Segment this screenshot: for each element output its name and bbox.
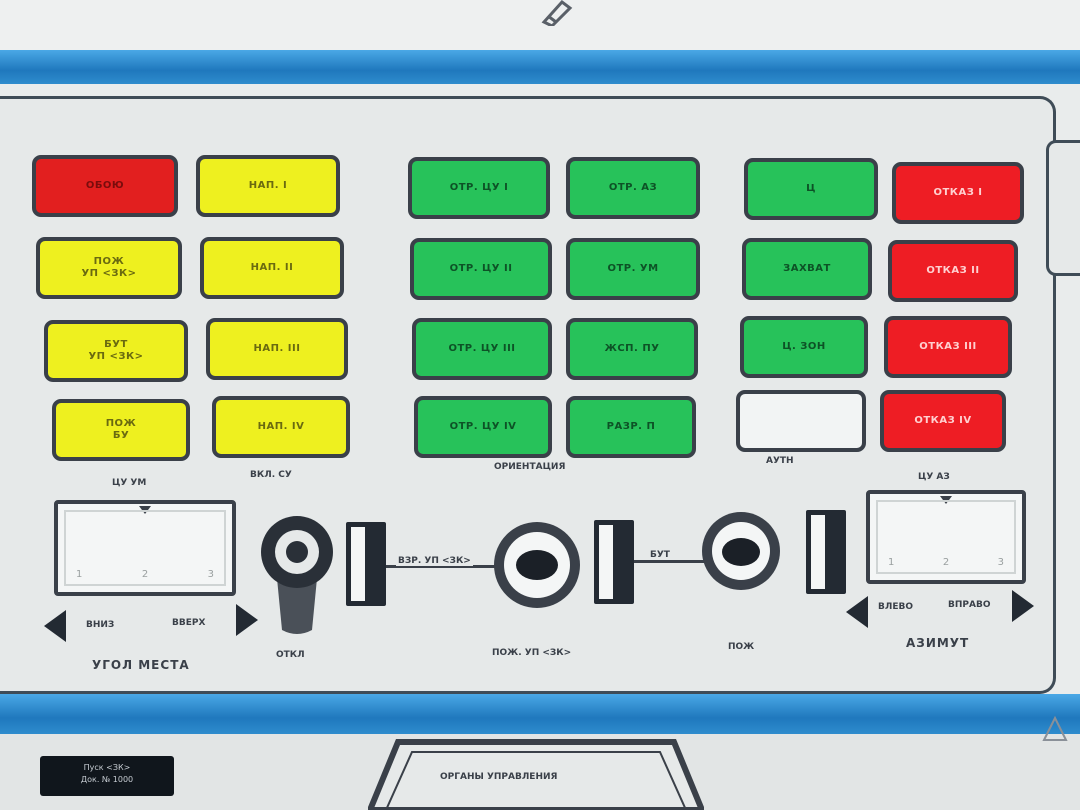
group-label-cu-az: ЦУ АЗ [918,472,950,482]
lamp-col6-1[interactable]: ОТКАЗ I [892,162,1024,224]
lamp-col6-4[interactable]: ОТКАЗ IV [880,390,1006,452]
elevation-scale: 1 2 3 [76,569,214,580]
indicator-slot-2 [594,520,634,604]
bottom-center-title: ОРГАНЫ УПРАВЛЕНИЯ [440,772,558,782]
elevation-down-arrow-icon[interactable] [44,610,66,642]
lamp-col6-3[interactable]: ОТКАЗ III [884,316,1012,378]
fire-button-2[interactable] [702,512,780,590]
top-area [0,0,1080,52]
expand-icon[interactable] [1040,714,1070,744]
pen-icon[interactable] [540,0,574,26]
group-label-cu-um: ЦУ УМ [112,478,147,488]
lamp-col5-1[interactable]: Ц [744,158,878,220]
elevation-down-label: ВНИЗ [86,620,115,630]
lamp-col3-1[interactable]: ОТР. ЦУ I [408,157,550,219]
indicator-slot-1 [346,522,386,606]
bottom-dark-plate: Пуск <ЗК> Док. № 1000 [40,756,174,796]
lamp-col2-3[interactable]: НАП. III [206,318,348,380]
toggle-switch[interactable] [258,508,336,638]
group-label-orientation: ОРИЕНТАЦИЯ [494,462,566,472]
group-label-autn: АУТН [766,456,794,466]
lamp-col1-3[interactable]: БУТ УП <ЗК> [44,320,188,382]
lamp-col5-4[interactable] [736,390,866,452]
connector-line-2 [634,560,704,563]
azimuth-left-arrow-icon[interactable] [846,596,868,628]
fire-button-2-label: ПОЖ [728,642,755,652]
connector-label-1: ВЗР. УП <ЗК> [396,556,473,566]
lamp-col1-2[interactable]: ПОЖ УП <ЗК> [36,237,182,299]
elevation-up-label: ВВЕРХ [172,618,206,628]
lamp-col6-2[interactable]: ОТКАЗ II [888,240,1018,302]
azimuth-gauge: 1 2 3 [866,490,1026,584]
plate-line-2: Док. № 1000 [80,775,134,784]
connector-label-2: БУТ [648,550,672,560]
fire-button-1-label: ПОЖ. УП <ЗК> [492,648,572,658]
lamp-col1-1[interactable]: ОБОЮ [32,155,178,217]
elevation-caption: УГОЛ МЕСТА [92,658,190,672]
azimuth-scale: 1 2 3 [888,557,1004,568]
lamp-col3-3[interactable]: ОТР. ЦУ III [412,318,552,380]
lamp-col2-1[interactable]: НАП. I [196,155,340,217]
right-side-tab[interactable] [1046,140,1080,276]
top-blue-bar [0,50,1080,84]
lamp-col4-3[interactable]: ЖСП. ПУ [566,318,698,380]
bottom-blue-bar [0,694,1080,734]
lamp-col4-2[interactable]: ОТР. УМ [566,238,700,300]
azimuth-right-label: ВПРАВО [948,600,991,610]
lamp-col2-4[interactable]: НАП. IV [212,396,350,458]
elevation-up-arrow-icon[interactable] [236,604,258,636]
azimuth-left-label: ВЛЕВО [878,602,913,612]
lamp-col2-2[interactable]: НАП. II [200,237,344,299]
fire-button-1[interactable] [494,522,580,608]
toggle-label: ОТКЛ [276,650,305,660]
lamp-col5-2[interactable]: ЗАХВАТ [742,238,872,300]
lamp-col3-2[interactable]: ОТР. ЦУ II [410,238,552,300]
plate-line-1: Пуск <ЗК> [83,763,131,772]
lamp-col5-3[interactable]: Ц. ЗОН [740,316,868,378]
azimuth-caption: АЗИМУТ [906,636,970,650]
indicator-slot-3 [806,510,846,594]
lamp-col3-4[interactable]: ОТР. ЦУ IV [414,396,552,458]
lamp-col4-1[interactable]: ОТР. АЗ [566,157,700,219]
lamp-col1-4[interactable]: ПОЖ БУ [52,399,190,461]
elevation-gauge: 1 2 3 [54,500,236,596]
lamp-col4-4[interactable]: РАЗР. П [566,396,696,458]
azimuth-right-arrow-icon[interactable] [1012,590,1034,622]
group-label-vkl-su: ВКЛ. СУ [250,470,292,480]
